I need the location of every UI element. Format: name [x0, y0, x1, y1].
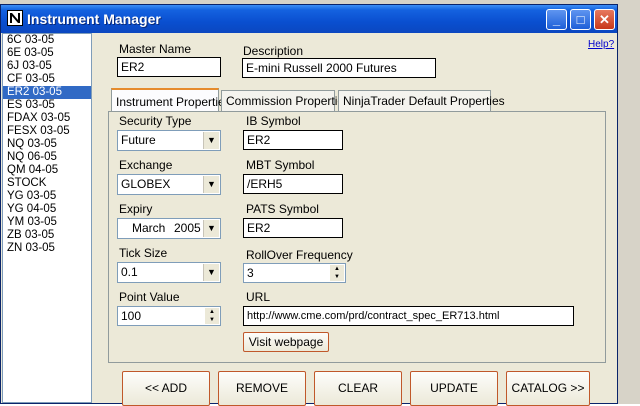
list-item[interactable]: ER2 03-05: [3, 86, 91, 99]
chevron-down-icon[interactable]: ▼: [203, 220, 219, 237]
expiry-year: 2005: [174, 221, 201, 235]
list-item[interactable]: STOCK: [3, 177, 91, 190]
master-name-label: Master Name: [119, 42, 192, 56]
list-item[interactable]: YG 04-05: [3, 203, 91, 216]
catalog-button[interactable]: CATALOG >>: [506, 371, 590, 406]
chevron-down-icon[interactable]: ▼: [203, 176, 219, 193]
tick-size-value: 0.1: [121, 265, 138, 279]
stepper-arrows[interactable]: ▲ ▼: [330, 265, 344, 281]
list-item[interactable]: FESX 03-05: [3, 125, 91, 138]
security-type-label: Security Type: [119, 114, 192, 128]
url-label: URL: [246, 290, 271, 304]
instrument-manager-window: Instrument Manager _ □ ✕ 6C 03-05 6E 03-0…: [0, 4, 618, 406]
list-item[interactable]: NQ 03-05: [3, 138, 91, 151]
security-type-value: Future: [121, 133, 156, 147]
tab-instrument-properties[interactable]: Instrument Properties: [111, 88, 231, 112]
list-item[interactable]: FDAX 03-05: [3, 112, 91, 125]
expiry-month: March: [132, 221, 166, 235]
arrow-down-icon[interactable]: ▼: [205, 316, 219, 324]
close-icon[interactable]: ✕: [594, 9, 615, 30]
remove-button[interactable]: REMOVE: [218, 371, 306, 406]
list-item[interactable]: ES 03-05: [3, 99, 91, 112]
visit-webpage-button[interactable]: Visit webpage: [243, 332, 329, 352]
list-item[interactable]: ZB 03-05: [3, 229, 91, 242]
tab-commission-properties[interactable]: Commission Properties: [221, 90, 350, 111]
list-item[interactable]: CF 03-05: [3, 73, 91, 86]
window-title: Instrument Manager: [27, 11, 161, 27]
pats-symbol-label: PATS Symbol: [246, 202, 319, 216]
add-button[interactable]: << ADD: [122, 371, 210, 406]
list-item[interactable]: YG 03-05: [3, 190, 91, 203]
ib-symbol-label: IB Symbol: [246, 114, 301, 128]
list-item[interactable]: YM 03-05: [3, 216, 91, 229]
security-type-select[interactable]: Future ▼: [117, 130, 221, 151]
point-value-label: Point Value: [119, 290, 180, 304]
list-item[interactable]: QM 04-05: [3, 164, 91, 177]
title-bar[interactable]: Instrument Manager _ □ ✕: [1, 5, 617, 33]
exchange-select[interactable]: GLOBEX ▼: [117, 174, 221, 195]
minimize-icon[interactable]: _: [546, 9, 567, 30]
arrow-up-icon[interactable]: ▲: [330, 265, 344, 273]
mbt-symbol-field[interactable]: /ERH5: [243, 174, 343, 194]
update-button[interactable]: UPDATE: [410, 371, 498, 406]
master-name-field[interactable]: ER2: [117, 57, 221, 77]
expiry-picker[interactable]: March 2005 ▼: [117, 218, 221, 239]
exchange-value: GLOBEX: [121, 177, 171, 191]
url-field[interactable]: http://www.cme.com/prd/contract_spec_ER7…: [243, 306, 574, 326]
stepper-arrows[interactable]: ▲ ▼: [205, 308, 219, 324]
description-field[interactable]: E-mini Russell 2000 Futures: [242, 58, 436, 78]
chevron-down-icon[interactable]: ▼: [203, 132, 219, 149]
arrow-up-icon[interactable]: ▲: [205, 308, 219, 316]
maximize-icon[interactable]: □: [570, 9, 591, 30]
clear-button[interactable]: CLEAR: [314, 371, 402, 406]
list-item[interactable]: 6E 03-05: [3, 47, 91, 60]
point-value-stepper[interactable]: 100 ▲ ▼: [117, 306, 221, 326]
pats-symbol-field[interactable]: ER2: [243, 218, 343, 238]
arrow-down-icon[interactable]: ▼: [330, 273, 344, 281]
point-value-value: 100: [121, 309, 142, 323]
instrument-list[interactable]: 6C 03-05 6E 03-05 6J 03-05 CF 03-05 ER2 03-0…: [2, 33, 92, 403]
ninjatrader-app-icon: [7, 10, 23, 26]
ib-symbol-field[interactable]: ER2: [243, 130, 343, 150]
tab-ninjatrader-default-properties[interactable]: NinjaTrader Default Properties: [338, 90, 505, 111]
chevron-down-icon[interactable]: ▼: [203, 264, 219, 281]
description-label: Description: [243, 44, 304, 58]
exchange-label: Exchange: [119, 158, 173, 172]
mbt-symbol-label: MBT Symbol: [246, 158, 315, 172]
rollover-frequency-stepper[interactable]: 3 ▲ ▼: [243, 263, 346, 283]
expiry-label: Expiry: [119, 202, 153, 216]
tick-size-label: Tick Size: [119, 246, 168, 260]
help-link[interactable]: Help?: [588, 39, 614, 50]
rollover-frequency-label: RollOver Frequency: [246, 248, 353, 262]
rollover-frequency-value: 3: [247, 266, 254, 280]
list-item[interactable]: 6C 03-05: [3, 34, 91, 47]
list-item[interactable]: NQ 06-05: [3, 151, 91, 164]
background-right: [618, 4, 640, 404]
list-item[interactable]: ZN 03-05: [3, 242, 91, 255]
list-item[interactable]: 6J 03-05: [3, 60, 91, 73]
tick-size-select[interactable]: 0.1 ▼: [117, 262, 221, 283]
